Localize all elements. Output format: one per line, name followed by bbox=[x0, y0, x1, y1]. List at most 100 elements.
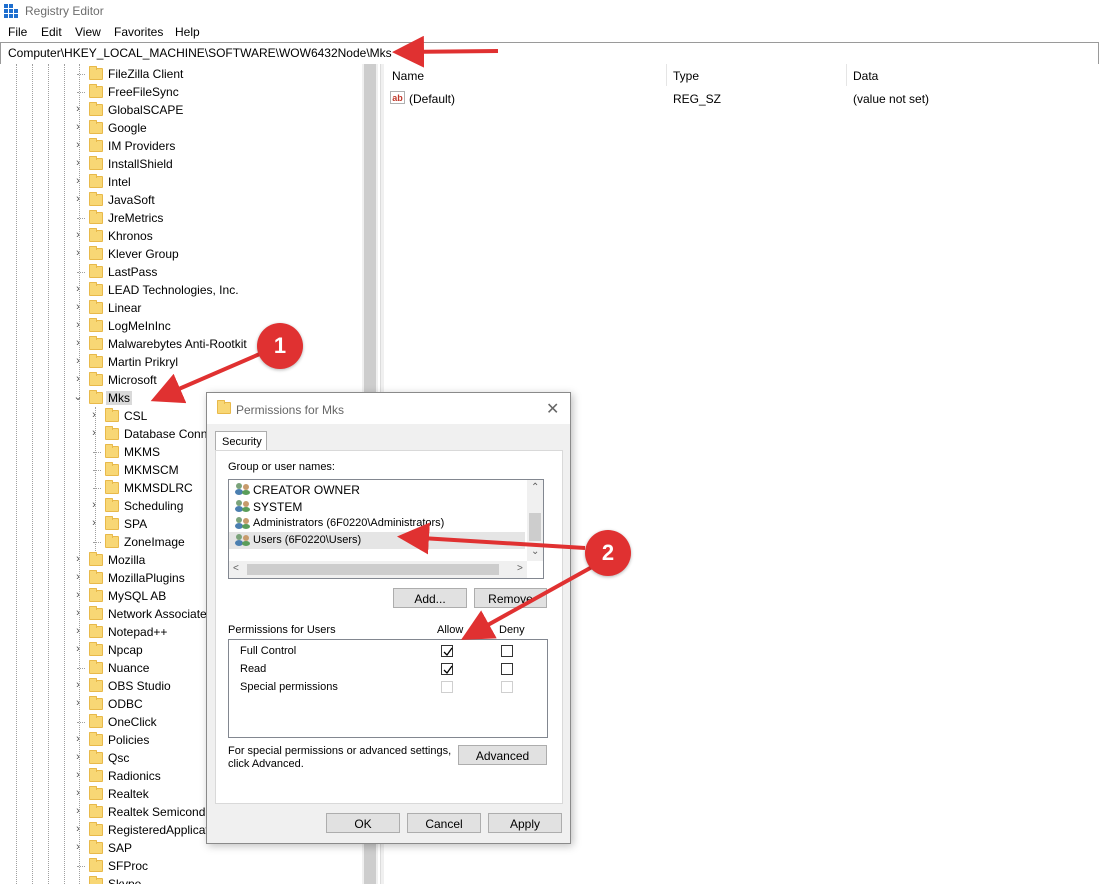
user-list-vscroll-thumb[interactable] bbox=[529, 513, 541, 541]
expand-chevron-icon[interactable]: › bbox=[73, 607, 83, 619]
tree-item-freefilesync[interactable]: FreeFileSync bbox=[0, 83, 380, 101]
tree-item-javasoft[interactable]: › JavaSoft bbox=[0, 191, 380, 209]
read-allow-checkbox[interactable] bbox=[441, 663, 453, 675]
expand-chevron-icon[interactable]: › bbox=[73, 571, 83, 583]
expand-chevron-icon[interactable]: › bbox=[73, 157, 83, 169]
tree-item-label: JreMetrics bbox=[108, 211, 164, 225]
value-data: (value not set) bbox=[853, 92, 930, 106]
user-item-creator-owner[interactable]: CREATOR OWNER bbox=[229, 481, 525, 498]
expand-chevron-icon[interactable]: › bbox=[73, 697, 83, 709]
tree-item-linear[interactable]: › Linear bbox=[0, 299, 380, 317]
tree-item-klever-group[interactable]: › Klever Group bbox=[0, 245, 380, 263]
tree-item-intel[interactable]: › Intel bbox=[0, 173, 380, 191]
expand-chevron-icon[interactable]: › bbox=[73, 175, 83, 187]
expand-chevron-icon[interactable]: › bbox=[73, 787, 83, 799]
registry-editor-icon bbox=[4, 4, 18, 18]
deny-header: Deny bbox=[499, 624, 525, 636]
scroll-up-icon[interactable]: ⌃ bbox=[531, 482, 539, 493]
value-name[interactable]: (Default) bbox=[409, 92, 455, 106]
menu-favorites[interactable]: Favorites bbox=[114, 25, 163, 39]
user-item-users[interactable]: Users (6F0220\Users) bbox=[229, 532, 525, 549]
apply-button[interactable]: Apply bbox=[488, 813, 562, 833]
tree-item-sfproc[interactable]: SFProc bbox=[0, 857, 380, 875]
expand-chevron-icon[interactable]: › bbox=[73, 751, 83, 763]
expand-chevron-icon[interactable]: › bbox=[73, 679, 83, 691]
user-list-hscroll-thumb[interactable] bbox=[247, 564, 499, 575]
remove-button[interactable]: Remove bbox=[474, 588, 547, 608]
tree-item-label: CSL bbox=[124, 409, 148, 423]
user-item-system[interactable]: SYSTEM bbox=[229, 498, 525, 515]
scroll-down-icon[interactable]: ⌄ bbox=[531, 546, 539, 557]
close-icon[interactable]: ✕ bbox=[546, 399, 559, 419]
folder-icon bbox=[89, 354, 103, 368]
expand-chevron-icon[interactable]: › bbox=[73, 373, 83, 385]
tree-item-microsoft[interactable]: › Microsoft bbox=[0, 371, 380, 389]
expand-chevron-icon[interactable]: › bbox=[73, 193, 83, 205]
scroll-right-icon[interactable]: > bbox=[517, 563, 523, 574]
tree-item-filezilla-client[interactable]: FileZilla Client bbox=[0, 65, 380, 83]
full-control-deny-checkbox[interactable] bbox=[501, 645, 513, 657]
expand-chevron-icon[interactable]: › bbox=[89, 499, 99, 511]
expand-chevron-icon[interactable]: › bbox=[89, 427, 99, 439]
expand-chevron-icon[interactable]: › bbox=[73, 283, 83, 295]
menu-help[interactable]: Help bbox=[175, 25, 200, 39]
column-header-type[interactable]: Type bbox=[673, 69, 699, 83]
users-icon bbox=[235, 500, 251, 512]
expand-chevron-icon[interactable]: › bbox=[73, 103, 83, 115]
ok-button[interactable]: OK bbox=[326, 813, 400, 833]
expand-chevron-icon[interactable]: › bbox=[73, 823, 83, 835]
tree-item-im-providers[interactable]: › IM Providers bbox=[0, 137, 380, 155]
expand-chevron-icon[interactable]: › bbox=[89, 409, 99, 421]
user-item-administrators[interactable]: Administrators (6F0220\Administrators) bbox=[229, 515, 525, 532]
tree-item-lastpass[interactable]: LastPass bbox=[0, 263, 380, 281]
full-control-allow-checkbox[interactable] bbox=[441, 645, 453, 657]
advanced-button[interactable]: Advanced bbox=[458, 745, 547, 765]
expand-chevron-icon[interactable]: › bbox=[73, 319, 83, 331]
tree-item-label: MySQL AB bbox=[108, 589, 167, 603]
expand-chevron-icon[interactable]: › bbox=[89, 517, 99, 529]
menu-edit[interactable]: Edit bbox=[41, 25, 62, 39]
tree-item-martin-prikryl[interactable]: › Martin Prikryl bbox=[0, 353, 380, 371]
tree-item-globalscape[interactable]: › GlobalSCAPE bbox=[0, 101, 380, 119]
column-header-name[interactable]: Name bbox=[392, 69, 424, 83]
expand-chevron-icon[interactable]: › bbox=[73, 337, 83, 349]
expand-chevron-icon[interactable]: › bbox=[73, 301, 83, 313]
tree-item-google[interactable]: › Google bbox=[0, 119, 380, 137]
tree-item-installshield[interactable]: › InstallShield bbox=[0, 155, 380, 173]
expand-chevron-icon[interactable]: › bbox=[73, 139, 83, 151]
tree-item-khronos[interactable]: › Khronos bbox=[0, 227, 380, 245]
tree-item-malwarebytes-anti-rootkit[interactable]: › Malwarebytes Anti-Rootkit bbox=[0, 335, 380, 353]
add-button[interactable]: Add... bbox=[393, 588, 467, 608]
address-bar[interactable]: Computer\HKEY_LOCAL_MACHINE\SOFTWARE\WOW… bbox=[0, 42, 1099, 65]
tree-item-logmeininc[interactable]: › LogMeInInc bbox=[0, 317, 380, 335]
expand-chevron-icon[interactable]: › bbox=[73, 625, 83, 637]
expand-chevron-icon[interactable]: › bbox=[73, 355, 83, 367]
read-deny-checkbox[interactable] bbox=[501, 663, 513, 675]
expand-chevron-icon[interactable]: › bbox=[73, 805, 83, 817]
menu-view[interactable]: View bbox=[75, 25, 101, 39]
user-list[interactable]: CREATOR OWNER SYSTEM Administrators (6F0… bbox=[228, 479, 544, 579]
expand-chevron-icon[interactable]: › bbox=[73, 247, 83, 259]
expand-chevron-icon[interactable]: › bbox=[73, 769, 83, 781]
tree-item-skype[interactable]: Skype bbox=[0, 875, 380, 884]
tree-item-lead-technologies-inc[interactable]: › LEAD Technologies, Inc. bbox=[0, 281, 380, 299]
tree-item-label: Martin Prikryl bbox=[108, 355, 179, 369]
expand-chevron-icon[interactable]: › bbox=[73, 229, 83, 241]
folder-icon bbox=[89, 246, 103, 260]
collapse-chevron-icon[interactable]: ⌄ bbox=[73, 391, 83, 403]
tree-item-label: Database Conne bbox=[124, 427, 215, 441]
tree-item-jremetrics[interactable]: JreMetrics bbox=[0, 209, 380, 227]
tab-security[interactable]: Security bbox=[215, 431, 267, 451]
tree-item-label: Google bbox=[108, 121, 147, 135]
scroll-left-icon[interactable]: < bbox=[233, 563, 239, 574]
column-header-data[interactable]: Data bbox=[853, 69, 878, 83]
folder-icon bbox=[89, 336, 103, 350]
expand-chevron-icon[interactable]: › bbox=[73, 841, 83, 853]
expand-chevron-icon[interactable]: › bbox=[73, 643, 83, 655]
menu-file[interactable]: File bbox=[8, 25, 27, 39]
cancel-button[interactable]: Cancel bbox=[407, 813, 481, 833]
expand-chevron-icon[interactable]: › bbox=[73, 121, 83, 133]
expand-chevron-icon[interactable]: › bbox=[73, 733, 83, 745]
expand-chevron-icon[interactable]: › bbox=[73, 553, 83, 565]
expand-chevron-icon[interactable]: › bbox=[73, 589, 83, 601]
